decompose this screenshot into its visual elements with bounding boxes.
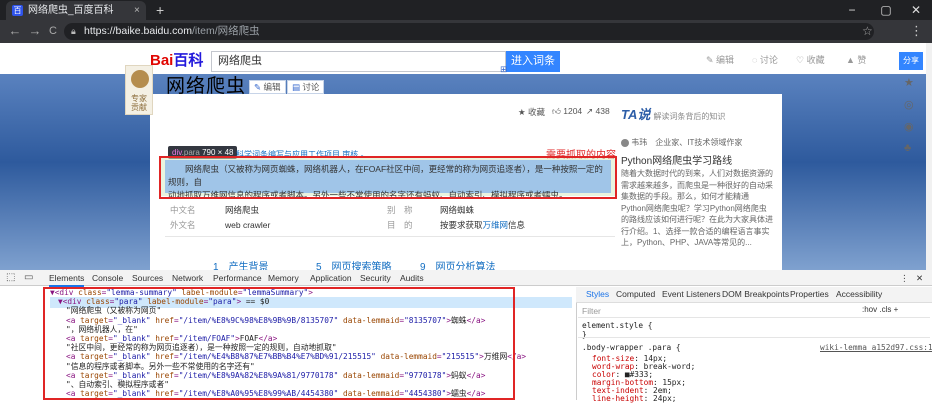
weibo-icon[interactable]: ◎ (904, 98, 914, 111)
top-discuss-link[interactable]: ◌ 讨论 (752, 54, 778, 66)
filter-tools[interactable]: :hov .cls + (862, 305, 898, 314)
basic-info: 中文名 网络爬虫 别 称 网络蜘蛛 外文名 web crawler 目 的 按要… (170, 205, 526, 230)
ta-author[interactable]: 韦玮 企业家、IT技术领域作家 (621, 137, 742, 148)
ta-panel-title: TA说 解读词条背后的知识 (621, 107, 726, 122)
tab-security[interactable]: Security (360, 271, 391, 285)
like-button[interactable]: 👍︎ 1204 (552, 106, 582, 117)
baike-logo[interactable]: Bai百科 (150, 52, 203, 70)
browser-tab[interactable]: 百 网络爬虫_百度百科 × (6, 1, 146, 20)
expert-icon (131, 70, 149, 88)
bookmark-star-icon[interactable]: ☆ (862, 24, 873, 38)
annotation-box (159, 156, 617, 199)
baike-favicon-icon: 百 (12, 5, 23, 16)
expert-badge[interactable]: 专家 贡献 (125, 65, 153, 115)
device-toggle-icon[interactable]: ▭ (24, 271, 33, 285)
tab-dom-breakpoints[interactable]: DOM Breakpoints (722, 289, 789, 299)
tab-sources[interactable]: Sources (132, 271, 163, 285)
reload-icon[interactable]: C (46, 22, 60, 40)
rule-divider (578, 337, 930, 338)
qq-icon[interactable]: ♣ (904, 142, 911, 154)
devtools-menu-icon[interactable]: ⋮ (900, 271, 909, 285)
element-style-selector[interactable]: element.style { (582, 320, 652, 331)
tab-accessibility[interactable]: Accessibility (836, 289, 882, 299)
wechat-icon[interactable]: ◉ (904, 120, 914, 133)
search-input[interactable]: 网络爬虫 (211, 51, 506, 72)
tab-application[interactable]: Application (310, 271, 352, 285)
tab-computed[interactable]: Computed (616, 289, 655, 299)
top-like-link[interactable]: ▲ 赞 (846, 54, 866, 66)
top-collect-link[interactable]: ♡ 收藏 (796, 54, 825, 66)
tab-event-listeners[interactable]: Event Listeners (662, 289, 721, 299)
chat-icon: ▤ (292, 82, 303, 92)
tab-title: 网络爬虫_百度百科 (28, 5, 114, 16)
tab-properties[interactable]: Properties (790, 289, 829, 299)
minimize-icon[interactable]: − (842, 2, 862, 18)
back-icon[interactable]: ← (8, 22, 22, 40)
qzone-icon[interactable]: ★ (904, 76, 914, 89)
ta-article-title[interactable]: Python网络爬虫学习路线 (621, 152, 732, 167)
page-title: 网络爬虫 (166, 76, 247, 97)
maximize-icon[interactable]: ▢ (876, 2, 896, 18)
new-tab-icon[interactable]: + (156, 2, 164, 18)
divider (165, 236, 615, 237)
tab-network[interactable]: Network (172, 271, 203, 285)
close-window-icon[interactable]: ✕ (906, 2, 926, 18)
edit-button[interactable]: ✎ 编辑 (249, 80, 286, 94)
forward-icon[interactable]: → (28, 22, 42, 40)
rule-source-link[interactable]: wiki-lemma_a152d97.css:10 (820, 342, 932, 353)
enter-entry-button[interactable]: 进入词条 (506, 51, 560, 72)
tab-audits[interactable]: Audits (400, 271, 424, 285)
tab-close-icon[interactable]: × (134, 1, 140, 20)
element-style-close: } (582, 330, 587, 339)
tab-styles[interactable]: Styles (586, 289, 609, 299)
address-bar[interactable]: 🔒︎ https://baike.baidu.com/item/网络爬虫 (64, 23, 874, 40)
url-host: https://baike.baidu.com (84, 25, 192, 37)
css-declaration[interactable]: line-height: 24px; (592, 393, 677, 404)
action-icons: ⊞ (500, 63, 507, 75)
annotation-box-dom (43, 287, 515, 400)
tab-performance[interactable]: Performance (213, 271, 262, 285)
top-edit-link[interactable]: ✎ 编辑 (706, 54, 734, 66)
ta-article-body: 随着大数据时代的到来，人们对数据资源的需求越来越多，而爬虫是一种很好的自动采集数… (621, 169, 773, 247)
share-button[interactable]: 分享 (899, 52, 923, 70)
tab-memory[interactable]: Memory (268, 271, 299, 285)
tab-console[interactable]: Console (92, 271, 123, 285)
lock-icon: 🔒︎ (71, 26, 76, 36)
devtools-close-icon[interactable]: ✕ (916, 271, 923, 285)
inspect-icon[interactable]: ⬚ (6, 271, 15, 285)
wanweiwang-link[interactable]: 万维网 (483, 220, 509, 230)
collect-button[interactable]: ★ 收藏 (518, 106, 545, 118)
url-path: /item/网络爬虫 (191, 25, 260, 37)
share-count[interactable]: ↗ 438 (586, 106, 610, 117)
plus-icon[interactable]: ⊞ (500, 64, 507, 74)
author-avatar (621, 138, 629, 147)
browser-menu-icon[interactable]: ⋮ (910, 23, 923, 39)
rule-selector[interactable]: .body-wrapper .para { (582, 342, 681, 353)
tab-elements[interactable]: Elements (49, 271, 85, 287)
discuss-button[interactable]: ▤ 讨论 (287, 80, 325, 94)
page-scrollbar[interactable] (926, 43, 932, 270)
